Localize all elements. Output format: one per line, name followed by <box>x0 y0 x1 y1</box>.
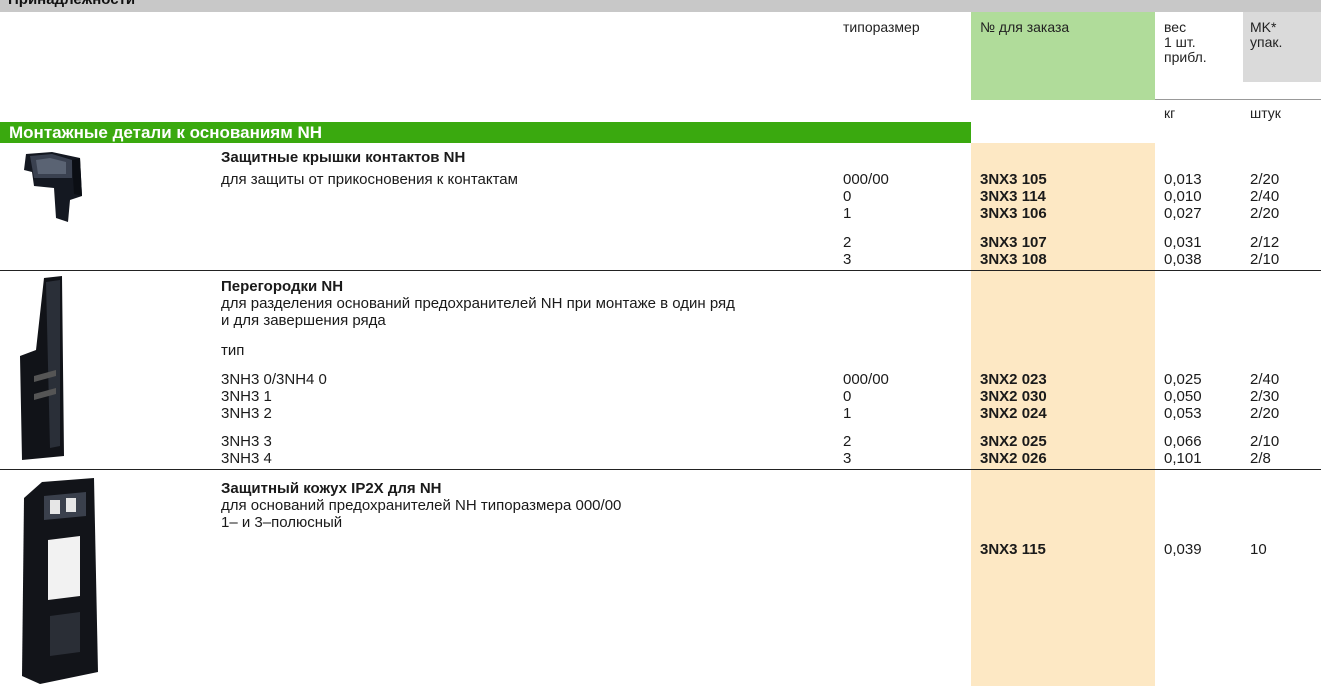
block3-title: Защитный кожух IP2X для NH <box>221 480 442 497</box>
weight-header: вес 1 шт. прибл. <box>1164 19 1207 65</box>
block2-type-2: 3NH3 2 <box>221 405 272 422</box>
contact-cover-image <box>24 152 82 222</box>
block2-description-2: и для завершения ряда <box>221 312 386 329</box>
block3-weight-0: 0,039 <box>1164 541 1202 558</box>
block2-order-1: 3NX2 030 <box>980 388 1047 405</box>
block2-pack-1: 2/30 <box>1250 388 1280 405</box>
weight-unit: кг <box>1164 105 1176 121</box>
pack-header: MK* упак. <box>1250 19 1283 50</box>
block1-pack-0: 2/20 <box>1250 171 1280 188</box>
block1-weight-1: 0,010 <box>1164 188 1202 205</box>
block1-weight-2: 0,027 <box>1164 205 1202 222</box>
block1-size-2: 1 <box>843 205 852 222</box>
block2-type-3: 3NH3 3 <box>221 433 272 450</box>
block1-pack-1: 2/40 <box>1250 188 1280 205</box>
block3-description-2: 1– и 3–полюсный <box>221 514 343 531</box>
block1-order-2: 3NX3 106 <box>980 205 1047 222</box>
block2-size-2: 1 <box>843 405 852 422</box>
block2-divider <box>0 469 1321 470</box>
block1-size-3: 2 <box>843 234 852 251</box>
block2-order-4: 3NX2 026 <box>980 450 1047 467</box>
block1-pack-2: 2/20 <box>1250 205 1280 222</box>
block2-pack-2: 2/20 <box>1250 405 1280 422</box>
section-title: Монтажные детали к основаниям NH <box>9 123 323 142</box>
block2-pack-0: 2/40 <box>1250 371 1280 388</box>
block2-order-0: 3NX2 023 <box>980 371 1047 388</box>
block1-size-4: 3 <box>843 251 852 268</box>
block2-weight-3: 0,066 <box>1164 433 1202 450</box>
block2-size-4: 3 <box>843 450 852 467</box>
block1-divider <box>0 270 1321 271</box>
block3-description-1: для оснований предохранителей NH типораз… <box>221 497 622 514</box>
block2-weight-1: 0,050 <box>1164 388 1202 405</box>
block1-pack-3: 2/12 <box>1250 234 1280 251</box>
block2-pack-3: 2/10 <box>1250 433 1280 450</box>
block2-order-3: 3NX2 025 <box>980 433 1047 450</box>
size-header: типоразмер <box>843 19 920 35</box>
top-bar <box>0 0 1321 12</box>
block2-order-2: 3NX2 024 <box>980 405 1047 422</box>
units-divider <box>1155 99 1321 100</box>
block1-weight-3: 0,031 <box>1164 234 1202 251</box>
block2-title: Перегородки NH <box>221 278 344 295</box>
block1-weight-4: 0,038 <box>1164 251 1202 268</box>
block2-weight-2: 0,053 <box>1164 405 1202 422</box>
block2-weight-0: 0,025 <box>1164 371 1202 388</box>
block1-size-0: 000/00 <box>843 171 889 188</box>
block1-size-1: 0 <box>843 188 852 205</box>
block2-weight-4: 0,101 <box>1164 450 1202 467</box>
block1-title: Защитные крышки контактов NH <box>221 149 466 166</box>
pack-unit: штук <box>1250 105 1281 121</box>
partition-image <box>20 276 64 460</box>
block2-type-0: 3NH3 0/3NH4 0 <box>221 371 327 388</box>
block1-order-0: 3NX3 105 <box>980 171 1047 188</box>
protective-cover-image <box>22 478 98 684</box>
page-title: Принадлежности <box>8 0 135 9</box>
block2-size-3: 2 <box>843 433 852 450</box>
block2-type-4: 3NH3 4 <box>221 450 272 467</box>
block2-size-0: 000/00 <box>843 371 889 388</box>
block1-order-3: 3NX3 107 <box>980 234 1047 251</box>
block2-pack-4: 2/8 <box>1250 450 1271 467</box>
block1-order-4: 3NX3 108 <box>980 251 1047 268</box>
block2-type-1: 3NH3 1 <box>221 388 272 405</box>
order-header: № для заказа <box>980 19 1070 35</box>
block2-description-1: для разделения оснований предохранителей… <box>221 295 735 312</box>
block1-order-1: 3NX3 114 <box>980 188 1046 205</box>
block2-type-label: тип <box>221 342 245 359</box>
block1-weight-0: 0,013 <box>1164 171 1202 188</box>
block3-pack-0: 10 <box>1250 541 1267 558</box>
block2-size-1: 0 <box>843 388 852 405</box>
block3-order-0: 3NX3 115 <box>980 541 1046 558</box>
block1-description: для защиты от прикосновения к контактам <box>221 171 518 188</box>
block1-pack-4: 2/10 <box>1250 251 1280 268</box>
